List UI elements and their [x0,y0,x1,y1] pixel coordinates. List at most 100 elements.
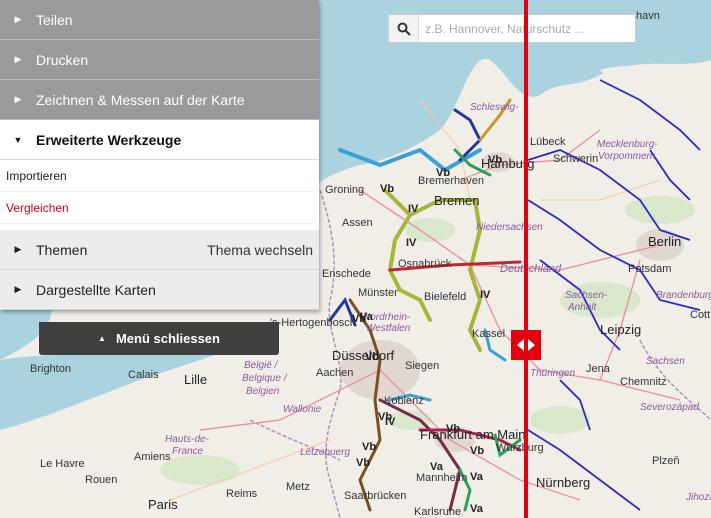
city-label: Groning [325,184,364,196]
change-theme-link[interactable]: Thema wechseln [207,242,319,258]
city-label: Nürnberg [536,475,590,490]
city-label: Siegen [405,360,439,372]
search-icon[interactable] [389,15,419,42]
waterway-class-marker: Vb [436,167,450,179]
waterway-class-marker: Vb [488,154,502,166]
waterway-class-marker: Va [470,471,484,483]
city-label: Le Havre [40,458,85,470]
city-label: Plzeň [652,455,680,467]
caret-down-icon: ▼ [13,134,23,145]
city-label: Osnabrück [398,258,452,270]
caret-right-icon: ▶ [14,94,22,104]
region-label: Sachsen- [565,290,608,301]
region-label: Mecklenburg- [597,139,658,150]
waterway-class-marker: Va [470,503,484,515]
side-menu: ▶ Teilen ▶ Drucken ▶ Zeichnen & Messen a… [0,0,319,310]
close-menu-label: Menü schliessen [115,331,220,346]
compare-swipe-handle[interactable] [511,330,541,360]
arrows-left-right-icon [517,339,535,351]
region-label: Lëtzebuerg [300,447,350,458]
city-label: Brighton [30,363,71,375]
menu-item-erweiterte-werkzeuge[interactable]: ▼ Erweiterte Werkzeuge [0,120,319,160]
region-label: Wallonie [283,404,322,415]
caret-right-icon: ▶ [14,244,22,254]
submenu-item-importieren[interactable]: Importieren [0,160,313,192]
city-label: Bremerhaven [418,175,484,187]
city-label: Mannheim [416,472,467,484]
close-menu-button[interactable]: ▲ Menü schliessen [39,322,279,355]
city-label: 's-Hertogenbosch [270,317,356,329]
caret-up-icon: ▲ [98,334,106,343]
menu-item-teilen[interactable]: ▶ Teilen [0,0,319,40]
waterway-class-marker: IV [406,237,417,249]
waterway-class-marker: Va [430,461,444,473]
city-label: Leipzig [600,322,641,337]
region-label: Schleswig- [470,102,519,113]
caret-right-icon: ▶ [14,14,22,24]
city-label: Enschede [322,268,371,280]
submenu-erweiterte-werkzeuge: Importieren Vergleichen [0,160,319,230]
waterway-class-marker: IV [408,203,419,215]
region-label: Severozápad [640,402,699,413]
city-label: Potsdam [628,263,671,275]
region-label: Thüringen [530,368,575,379]
city-label: Berlin [648,234,681,249]
city-label: Kassel [472,328,505,340]
menu-item-themen[interactable]: ▶ Themen Thema wechseln [0,230,319,270]
city-label: Koblenz [384,395,424,407]
region-label: Brandenburg [656,290,711,301]
city-label: Reims [226,488,258,500]
compare-divider[interactable] [524,0,528,518]
region-label: Niedersachsen [476,222,543,233]
region-label: Jihozá [685,492,711,503]
search-bar [388,14,636,43]
region-label: France [172,446,204,457]
waterway-class-marker: Vb [470,445,484,457]
region-label: Westfalen [366,323,411,334]
menu-item-zeichnen-messen[interactable]: ▶ Zeichnen & Messen auf der Karte [0,80,319,120]
city-label: Saarbrücken [344,490,406,502]
city-label: Lille [184,372,207,387]
city-label: Chemnitz [620,376,666,388]
region-label: Belgique / [242,373,288,384]
city-label: Schwerin [553,153,598,165]
menu-item-dargestellte-karten[interactable]: ▶ Dargestellte Karten [0,270,319,310]
menu-item-label: Drucken [36,51,89,68]
city-label: Lübeck [530,136,566,148]
waterway-class-marker: Vb [365,351,379,363]
caret-right-icon: ▶ [14,54,22,64]
region-label: Anhalt [567,302,598,313]
waterway-class-marker: IV [385,416,396,428]
region-label: Hauts-de- [165,434,210,445]
region-label: Vorpommern [598,151,656,162]
menu-item-label: Themen [36,241,88,258]
city-label: Cott [690,309,710,321]
region-label: Sachsen [646,356,685,367]
region-label: België / [244,360,279,371]
city-label: Frankfurt am Main [420,427,525,442]
menu-item-label: Teilen [36,11,73,28]
city-label: Aachen [316,367,353,379]
waterway-class-marker: Vb [446,423,460,435]
menu-item-label: Erweiterte Werkzeuge [36,131,182,148]
menu-item-label: Zeichnen & Messen auf der Karte [36,91,245,108]
city-label: Calais [128,369,159,381]
city-label: Düsseldorf [332,348,395,363]
city-label: Rouen [85,474,117,486]
city-label: Bremen [434,193,480,208]
waterway-class-marker: IV [480,289,491,301]
menu-item-drucken[interactable]: ▶ Drucken [0,40,319,80]
city-label: Amiens [134,451,171,463]
city-label: Metz [286,481,310,493]
region-label: Belgien [246,386,280,397]
waterway-class-marker: Vb [352,313,366,325]
waterway-class-marker: Vb [380,183,394,195]
menu-item-label: Dargestellte Karten [36,281,156,298]
waterway-class-marker: Vb [356,457,370,469]
city-label: Assen [342,217,373,229]
city-label: Münster [358,287,398,299]
submenu-item-vergleichen[interactable]: Vergleichen [0,192,313,224]
city-label: Bielefeld [424,291,466,303]
region-label: Deutschland [500,263,562,275]
city-label: Jena [586,363,611,375]
